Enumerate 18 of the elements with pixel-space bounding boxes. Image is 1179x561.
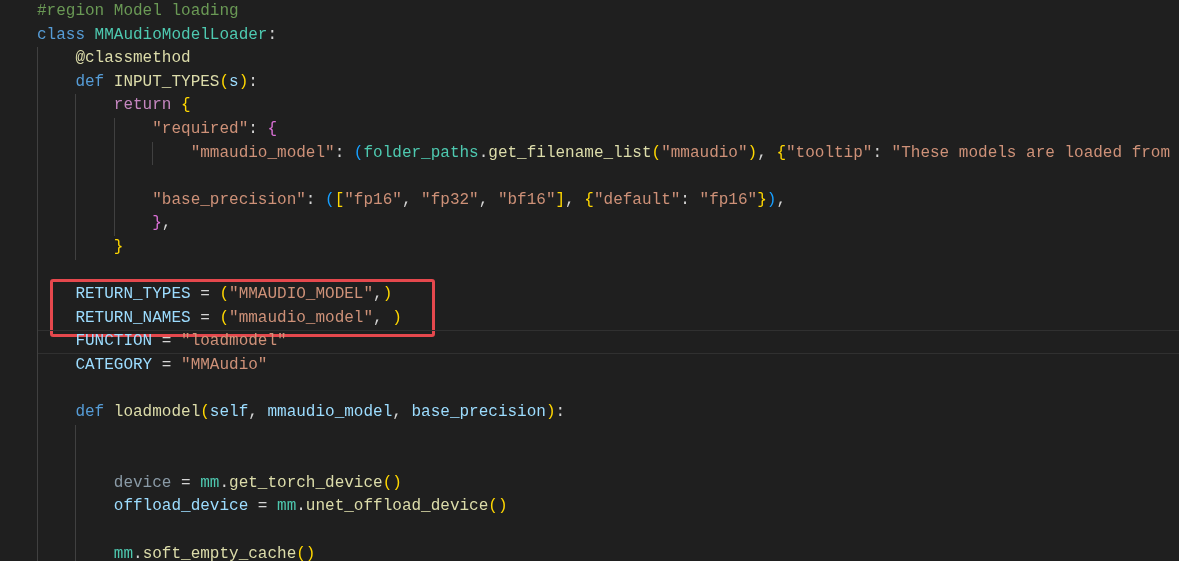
code-line: return { [112,95,191,117]
code-line: @classmethod [74,48,191,70]
code-line: FUNCTION = "loadmodel" [74,331,287,353]
code-line: "mmaudio_model": (folder_paths.get_filename_list("mmaudio"), {"tooltip": "These models are loaded from [189,142,1171,164]
code-line: device = mm.get_torch_device() [112,472,402,494]
code-line: offload_device = mm.unet_offload_device() [112,496,508,518]
code-line: RETURN_NAMES = ("mmaudio_model", ) [74,307,402,329]
code-line: }, [151,213,172,235]
code-line: } [112,236,124,258]
code-line: mm.soft_empty_cache() [112,543,316,561]
code-line: class MMAudioModelLoader: [37,24,278,46]
code-line: #region Model loading [37,1,239,22]
code-line: "base_precision": (["fp16", "fp32", "bf16"], {"default": "fp16"}), [151,189,786,211]
code-line: def INPUT_TYPES(s): [74,71,258,93]
code-line: "required": { [151,118,278,140]
code-line: def loadmodel(self, mmaudio_model, base_precision): [74,402,566,424]
code-line: CATEGORY = "MMAudio" [74,354,268,376]
code-line: RETURN_TYPES = ("MMAUDIO_MODEL",) [74,284,393,306]
